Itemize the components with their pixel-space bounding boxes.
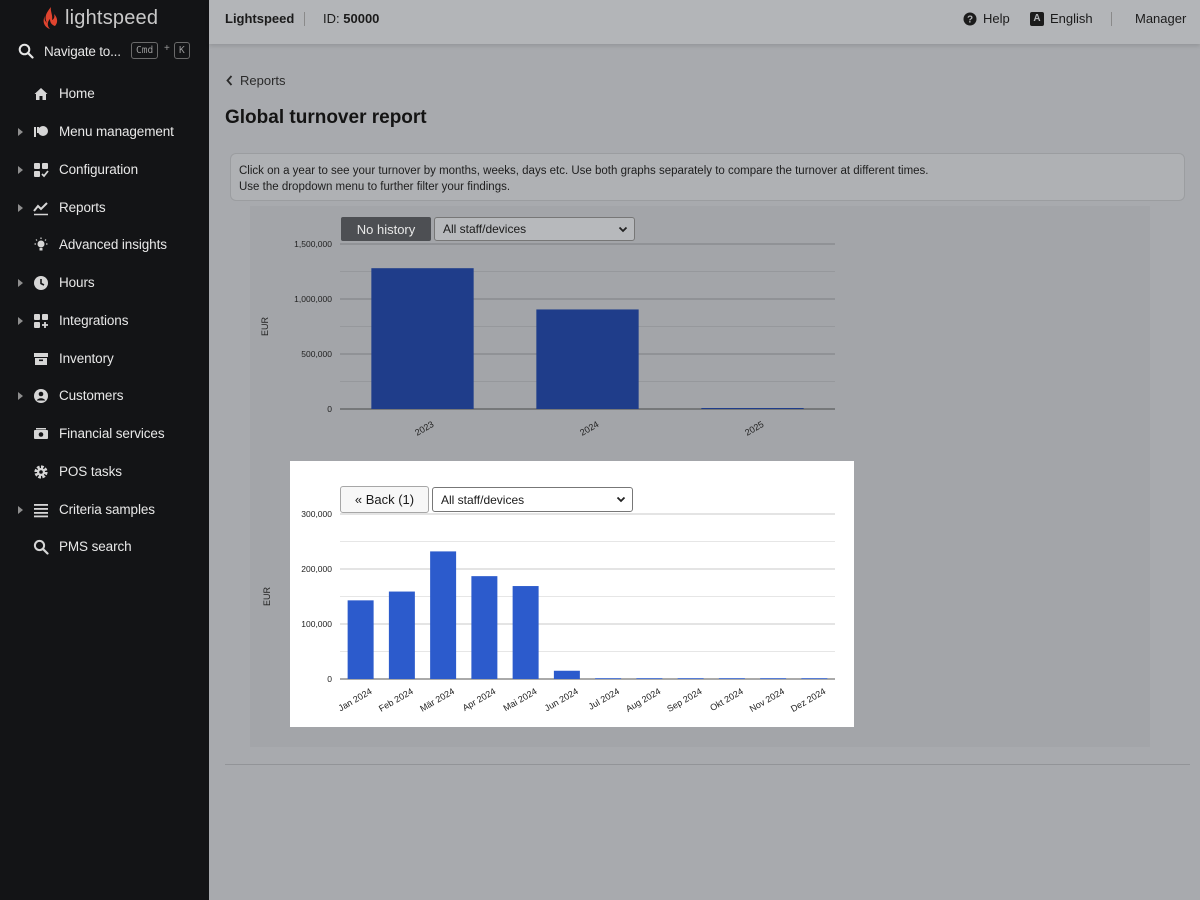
sidebar-item-advanced-insights[interactable]: Advanced insights: [0, 233, 209, 257]
financial-services-icon: [34, 428, 48, 439]
chevron-right-icon: [18, 166, 23, 174]
sidebar-item-reports[interactable]: Reports: [0, 196, 209, 220]
breadcrumb-reports: Reports: [240, 73, 286, 88]
id-value: 50000: [343, 11, 380, 26]
shortcut-plus: +: [164, 43, 170, 54]
sidebar-item-customers[interactable]: Customers: [0, 384, 209, 408]
lightbulb-icon: [34, 237, 48, 251]
back-button[interactable]: « Back (1): [340, 486, 429, 513]
language-icon: A: [1030, 11, 1044, 26]
integrations-icon: [34, 314, 48, 328]
sidebar-item-label: Menu management: [59, 124, 174, 139]
list-icon: [34, 504, 48, 518]
info-box: Click on a year to see your turnover by …: [230, 153, 1185, 201]
navigate-label: Navigate to...: [44, 43, 121, 59]
staff-device-filter-select[interactable]: All staff/devices: [434, 217, 635, 241]
sidebar-item-label: Integrations: [59, 313, 129, 328]
shortcut-k-key: K: [174, 42, 190, 59]
chevron-right-icon: [18, 506, 23, 514]
sidebar-item-label: POS tasks: [59, 464, 122, 479]
inventory-icon: [34, 353, 48, 365]
sidebar-item-configuration[interactable]: Configuration: [0, 158, 209, 182]
svg-text:?: ?: [967, 14, 973, 25]
logo-text: lightspeed: [65, 6, 159, 29]
sidebar-item-inventory[interactable]: Inventory: [0, 347, 209, 371]
no-history-button[interactable]: No history: [341, 217, 431, 241]
chevron-down-icon: [616, 496, 626, 503]
business-name: Lightspeed: [225, 11, 295, 26]
divider: [1111, 12, 1112, 26]
sidebar-item-pos-tasks[interactable]: POS tasks: [0, 460, 209, 484]
staff-device-filter-select-monthly[interactable]: All staff/devices: [432, 487, 633, 512]
chevron-right-icon: [18, 204, 23, 212]
sidebar-item-label: Hours: [59, 275, 95, 290]
sidebar-item-label: Customers: [59, 388, 124, 403]
chevron-right-icon: [18, 128, 23, 136]
flame-icon: [43, 7, 58, 29]
user-menu[interactable]: Manager: [1135, 11, 1186, 26]
divider: [225, 764, 1190, 765]
sidebar-item-label: Configuration: [59, 162, 139, 177]
search-icon: [18, 43, 34, 59]
shortcut-cmd-key: Cmd: [131, 42, 159, 59]
language-selector[interactable]: A English: [1030, 11, 1093, 26]
sidebar-item-home[interactable]: Home: [0, 82, 209, 106]
divider: [304, 12, 305, 26]
gear-icon: [34, 465, 48, 479]
id-label: ID:: [323, 11, 340, 26]
chevron-right-icon: [18, 392, 23, 400]
clock-icon: [34, 276, 48, 290]
sidebar-item-financial-services[interactable]: Financial services: [0, 422, 209, 446]
breadcrumb[interactable]: Reports: [226, 73, 286, 88]
sidebar-item-label: Reports: [59, 200, 106, 215]
sidebar-item-criteria-samples[interactable]: Criteria samples: [0, 498, 209, 522]
chevron-left-icon: [226, 75, 233, 86]
customers-icon: [34, 389, 48, 403]
sidebar-item-label: Inventory: [59, 351, 114, 366]
sidebar-item-label: Advanced insights: [59, 237, 167, 252]
navigate-search[interactable]: Navigate to... Cmd + K: [18, 40, 198, 62]
lightspeed-logo[interactable]: lightspeed: [42, 6, 158, 30]
help-label: Help: [983, 11, 1010, 26]
reports-icon: [33, 202, 48, 216]
sidebar-item-label: Criteria samples: [59, 502, 155, 517]
help-icon: ?: [963, 12, 977, 25]
info-text-line1: Click on a year to see your turnover by …: [239, 165, 929, 177]
sidebar-item-pms-search[interactable]: PMS search: [0, 535, 209, 559]
search-icon: [33, 539, 49, 555]
chevron-down-icon: [618, 226, 628, 233]
sidebar-item-hours[interactable]: Hours: [0, 271, 209, 295]
business-id: ID: 50000: [323, 11, 379, 26]
sidebar-item-label: Financial services: [59, 426, 165, 441]
page-title: Global turnover report: [225, 107, 427, 128]
sidebar-item-label: Home: [59, 86, 95, 101]
sidebar: lightspeed Navigate to... Cmd + K Home M…: [0, 0, 209, 900]
help-button[interactable]: ? Help: [963, 11, 1010, 26]
home-icon: [34, 88, 48, 100]
select-value: All staff/devices: [443, 222, 527, 236]
menu-management-icon: [34, 126, 48, 137]
language-label: English: [1050, 11, 1093, 26]
sidebar-item-label: PMS search: [59, 539, 132, 554]
chevron-right-icon: [18, 317, 23, 325]
info-text-line2: Use the dropdown menu to further filter …: [239, 181, 511, 193]
sidebar-item-menu-management[interactable]: Menu management: [0, 120, 209, 144]
select-value: All staff/devices: [441, 492, 525, 507]
chevron-right-icon: [18, 279, 23, 287]
sidebar-item-integrations[interactable]: Integrations: [0, 309, 209, 333]
top-bar: Lightspeed ID: 50000 ? Help A English Ma…: [209, 0, 1200, 44]
configuration-icon: [34, 163, 49, 178]
